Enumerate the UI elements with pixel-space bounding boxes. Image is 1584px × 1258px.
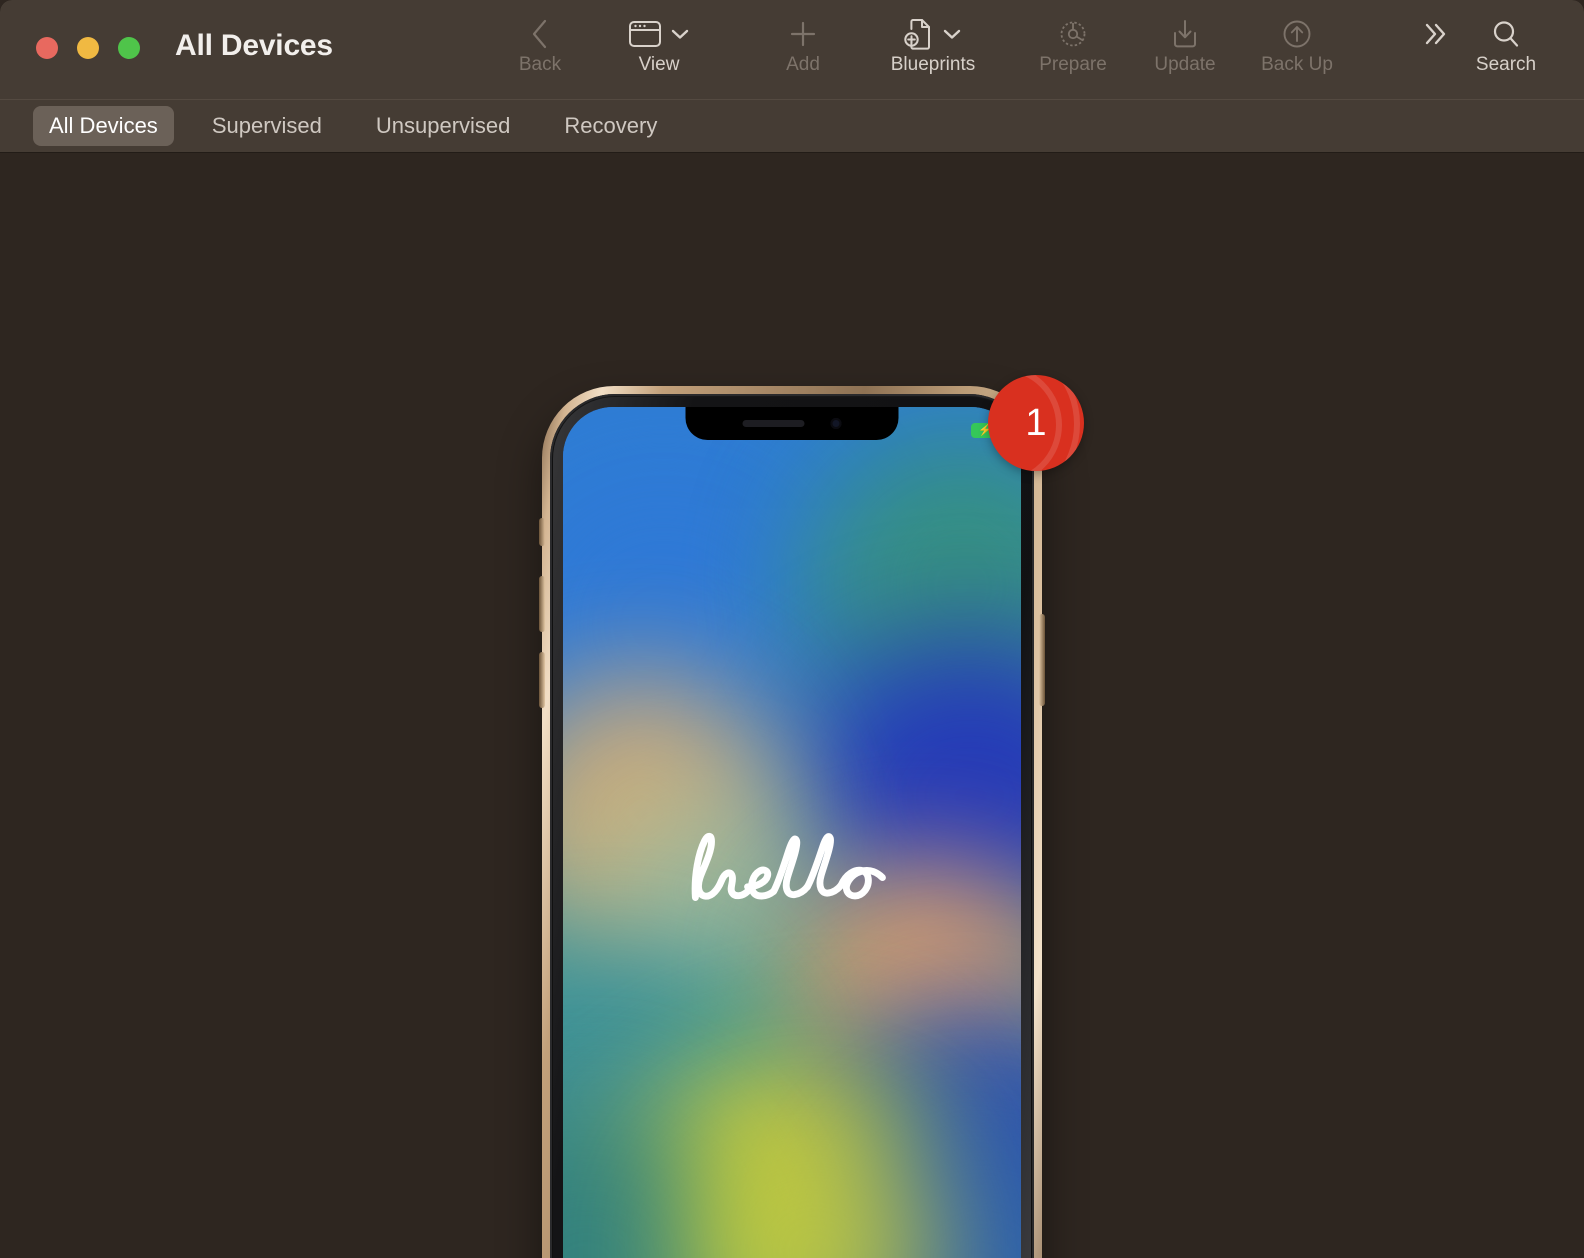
toolbar-search-label: Search (1475, 54, 1537, 75)
device-tile-iphone[interactable]: ⚡ (539, 386, 1045, 1258)
download-tray-icon (1170, 12, 1200, 56)
tab-unsupervised[interactable]: Unsupervised (360, 106, 527, 146)
circle-arrow-up-icon (1280, 12, 1314, 56)
toolbar-prepare-button[interactable]: Prepare (1013, 12, 1133, 76)
lockscreen-wallpaper (563, 407, 1021, 1258)
magnifier-icon (1490, 12, 1522, 56)
toolbar-add-label: Add (786, 54, 820, 75)
window-toolbar: All Devices Back View Add Blueprints Pre… (0, 0, 1584, 99)
toolbar-backup-button[interactable]: Back Up (1237, 12, 1357, 76)
toolbar-update-label: Update (1154, 54, 1216, 75)
toolbar-search-button[interactable]: Search (1446, 12, 1566, 76)
toolbar-items: Back View Add Blueprints Prepare Update … (0, 0, 1584, 99)
toolbar-update-button[interactable]: Update (1125, 12, 1245, 76)
phone-notch (685, 407, 899, 440)
plus-icon (787, 12, 819, 56)
toolbar-blueprints-label: Blueprints (890, 54, 976, 75)
chevron-left-icon (529, 12, 551, 56)
notification-badge[interactable]: 1 (988, 375, 1084, 471)
mute-switch (539, 518, 545, 546)
power-button (1039, 614, 1045, 706)
gear-icon (1056, 12, 1090, 56)
earpiece-speaker-icon (742, 420, 805, 427)
window-icon (628, 12, 690, 56)
badge-count: 1 (1025, 401, 1047, 444)
app-window: All Devices Back View Add Blueprints Pre… (0, 0, 1584, 1258)
toolbar-add-button[interactable]: Add (743, 12, 863, 76)
tab-recovery[interactable]: Recovery (548, 106, 673, 146)
toolbar-view-label: View (638, 54, 680, 75)
document-plus-icon (904, 12, 962, 56)
chevron-down-icon (670, 27, 690, 41)
chevron-down-icon (942, 27, 962, 41)
toolbar-back-label: Back (518, 54, 562, 75)
volume-down-button (539, 652, 545, 708)
device-grid: ⚡ 1 (0, 153, 1584, 1258)
toolbar-prepare-label: Prepare (1039, 54, 1107, 75)
filter-tab-bar: All Devices Supervised Unsupervised Reco… (0, 99, 1584, 153)
tab-all-devices[interactable]: All Devices (33, 106, 174, 146)
front-camera-icon (830, 418, 842, 429)
tab-supervised[interactable]: Supervised (196, 106, 338, 146)
toolbar-blueprints-button[interactable]: Blueprints (873, 12, 993, 76)
volume-up-button (539, 576, 545, 632)
phone-screen: ⚡ (563, 407, 1021, 1258)
toolbar-back-button[interactable]: Back (480, 12, 600, 76)
toolbar-view-button[interactable]: View (599, 12, 719, 76)
toolbar-backup-label: Back Up (1261, 54, 1333, 75)
